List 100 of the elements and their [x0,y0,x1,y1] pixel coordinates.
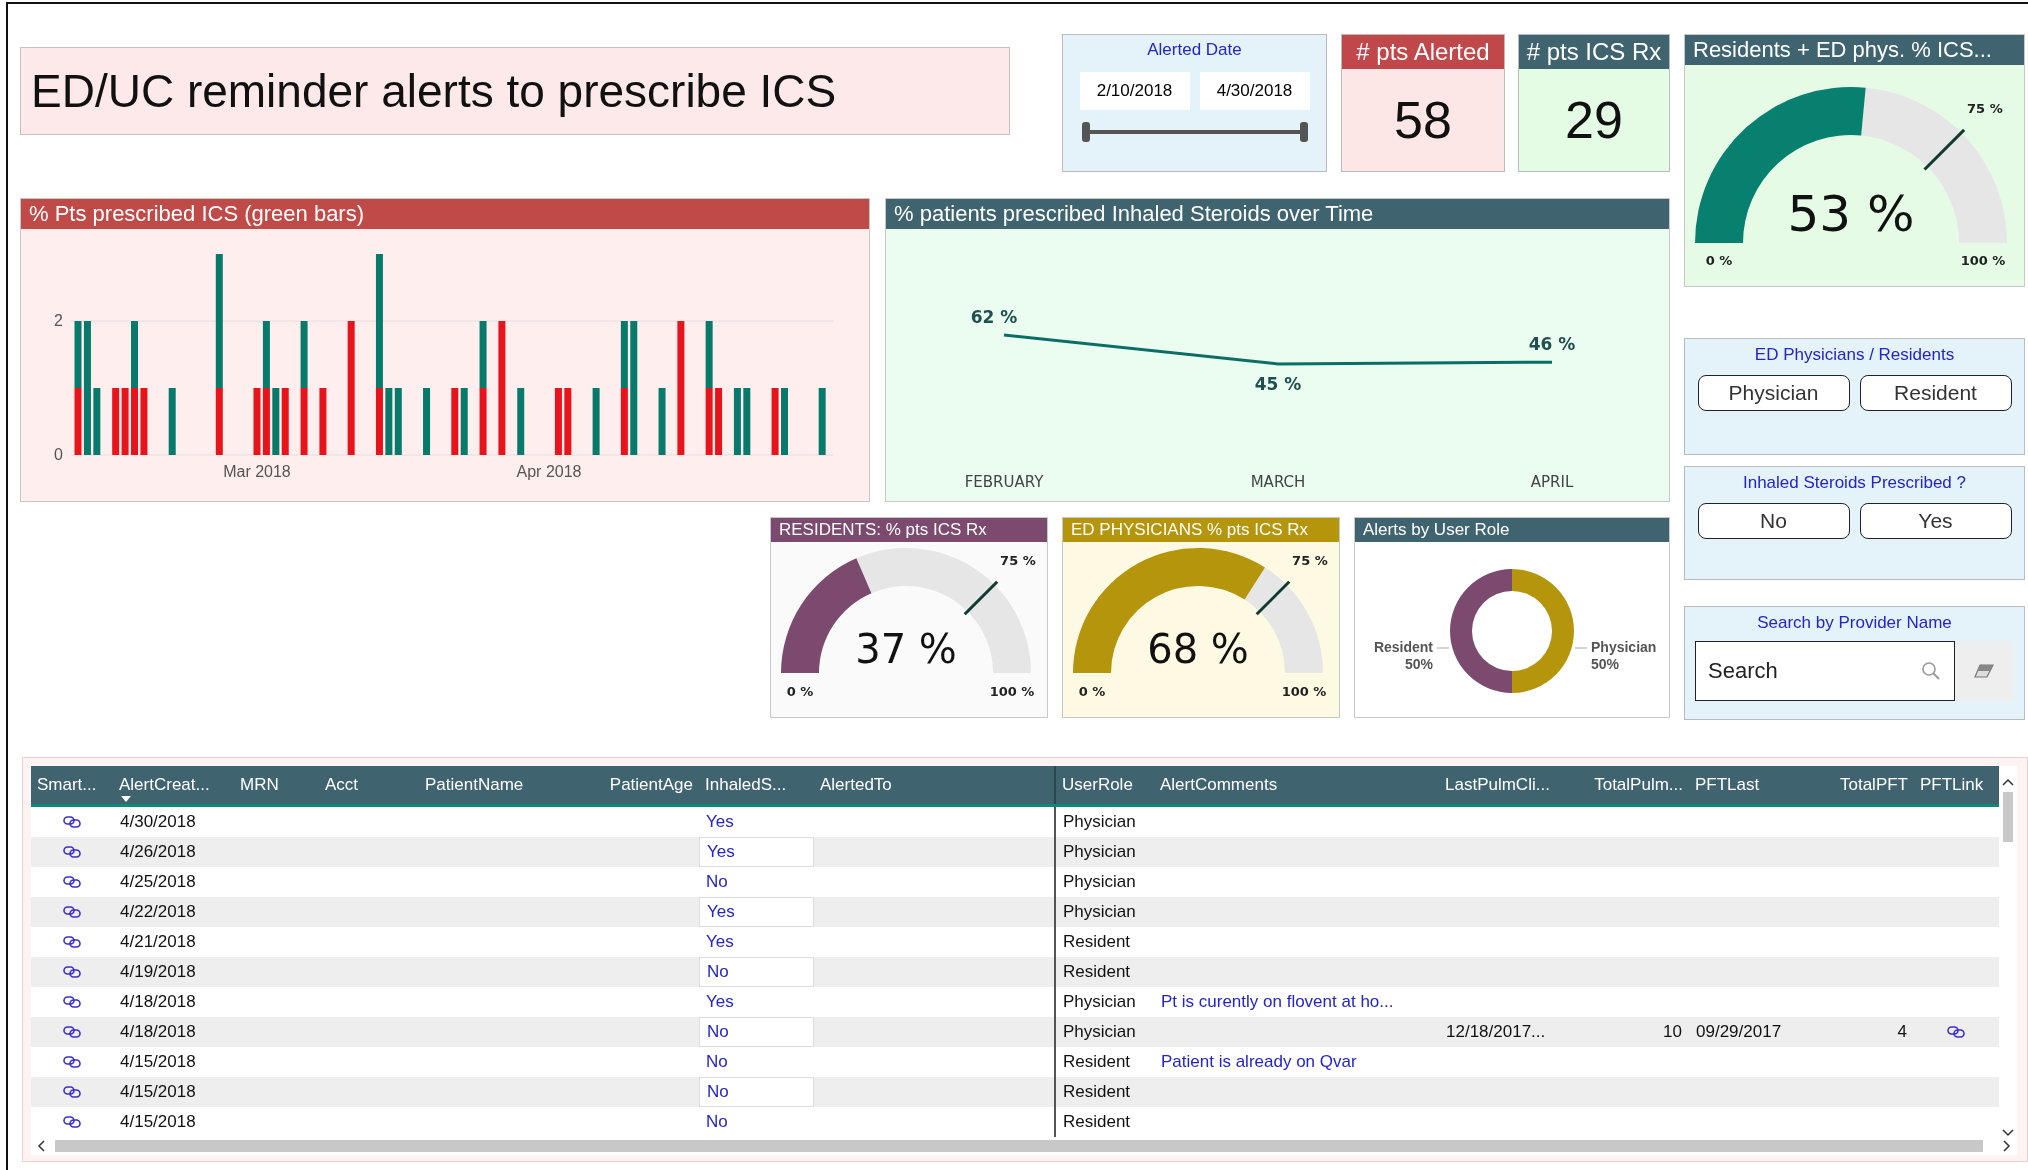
axis-label: Mar 2018 [223,463,291,480]
column-header[interactable]: TotalPulm... [1569,766,1689,804]
chart-title: % Pts prescribed ICS (green bars) [21,199,869,229]
table-row[interactable]: 4/18/2018 No Physician 12/18/2017... 10 09/29/2017 4 [31,1017,1999,1047]
bar [781,388,788,455]
table-cell: No [707,1082,729,1102]
data-label: 46 % [1528,334,1576,355]
column-header[interactable]: MRN [234,766,319,804]
end-date-field[interactable]: 4/30/2018 [1199,72,1310,110]
table-cell: Yes [706,932,734,952]
column-header[interactable]: PatientAge [594,766,699,804]
bar [423,388,431,455]
gauge-min-label: 0 % [1705,253,1733,268]
table-cell: 4/18/2018 [120,992,196,1012]
column-header[interactable]: InhaledS... [699,766,814,804]
table-cell: 09/29/2017 [1696,1022,1782,1042]
table-cell: Physician [1063,1022,1136,1042]
bar [771,388,779,455]
gauge-min-label: 0 % [786,684,814,699]
link-icon[interactable] [63,816,81,828]
clear-button[interactable] [1955,641,2013,701]
table-cell: No [706,1112,728,1132]
link-icon[interactable] [63,1116,81,1128]
card-title: # pts ICS Rx [1519,35,1669,69]
axis-label: MARCH [1250,473,1306,491]
target-marker [1923,128,1966,171]
bar [592,388,600,455]
data-label: 45 % [1254,373,1302,394]
target-label: 75 % [1292,553,1328,569]
link-icon[interactable] [63,846,81,858]
link-icon[interactable] [63,1056,81,1068]
scroll-left-icon[interactable] [37,1140,45,1152]
link-icon[interactable] [63,1026,81,1038]
column-header[interactable]: PFTLink [1914,766,1997,804]
slider-handle[interactable] [1299,122,1308,142]
column-header[interactable]: AlertedTo [814,766,1054,804]
table-cell: No [707,962,729,982]
search-icon [1921,661,1941,681]
link-icon[interactable] [63,936,81,948]
table-row[interactable]: 4/22/2018 Yes Physician [31,897,1999,927]
table-cell: 4/25/2018 [120,872,196,892]
column-header[interactable]: AlertCreat... [113,766,234,804]
table-cell: 4/19/2018 [120,962,196,982]
table-cell: Resident [1063,1052,1131,1072]
gauge-value: 53 % [1787,185,1915,243]
slider-handle[interactable] [1081,122,1090,142]
link-icon[interactable] [63,1086,81,1098]
bar [93,388,101,455]
column-header[interactable]: TotalPFT [1814,766,1914,804]
filter-button[interactable]: Resident [1859,375,2012,411]
bar [517,388,525,455]
link-icon[interactable] [63,996,81,1008]
table-cell: 12/18/2017... [1446,1022,1546,1042]
slice-value: 50% [1591,656,1620,672]
column-header[interactable]: PatientName [419,766,594,804]
column-header[interactable]: Smart... [31,766,113,804]
table-cell: Resident [1063,1112,1131,1132]
link-icon[interactable] [63,906,81,918]
bar [818,388,826,455]
gauge-title: Residents + ED phys. % ICS... [1685,35,2024,65]
table-row[interactable]: 4/26/2018 Yes Physician [31,837,1999,867]
scrollbar-thumb[interactable] [55,1140,1983,1152]
table-cell: 4 [1897,1022,1907,1042]
filter-button[interactable]: No [1697,503,1850,539]
y-tick-label: 2 [54,312,63,329]
card-title: # pts Alerted [1342,35,1504,69]
table-row[interactable]: 4/19/2018 No Resident [31,957,1999,987]
column-header[interactable]: Acct [319,766,419,804]
slice-label: Resident [1373,639,1433,655]
kpi-value: 58 [1394,90,1452,150]
bar [554,388,562,455]
column-header[interactable]: PFTLast [1689,766,1814,804]
search-field[interactable]: Search [1695,641,1955,701]
start-date-field[interactable]: 2/10/2018 [1079,72,1190,110]
filter-button[interactable]: Yes [1859,503,2012,539]
scrollbar-thumb[interactable] [2003,792,2013,842]
scroll-right-icon[interactable] [2003,1140,2011,1152]
filter-button[interactable]: Physician [1697,375,1850,411]
table-cell: Yes [706,812,734,832]
scroll-up-icon[interactable] [2002,778,2014,786]
data-label: 62 % [970,307,1018,327]
target-label: 75 % [1967,101,2003,117]
slicer-title: Alerted Date [1147,40,1242,60]
table-row[interactable]: 4/15/2018 No Resident [31,1077,1999,1107]
column-header[interactable]: AlertComments [1154,766,1439,804]
gauge-title: RESIDENTS: % pts ICS Rx [771,518,1047,542]
bar [319,388,327,455]
table-cell: Resident [1063,962,1131,982]
column-header[interactable]: UserRole [1054,766,1154,804]
gauge-value: 68 % [1147,626,1249,672]
link-icon[interactable] [63,876,81,888]
axis-label: FEBRUARY [964,473,1044,491]
link-icon[interactable] [1946,1026,1965,1038]
scroll-down-icon[interactable] [2002,1129,2014,1137]
leader-line [1436,647,1450,649]
leader-line [1574,647,1588,649]
slice-label: Physician [1591,639,1657,655]
column-header[interactable]: LastPulmCli... [1439,766,1569,804]
link-icon[interactable] [63,966,81,978]
sort-icon [121,796,131,802]
